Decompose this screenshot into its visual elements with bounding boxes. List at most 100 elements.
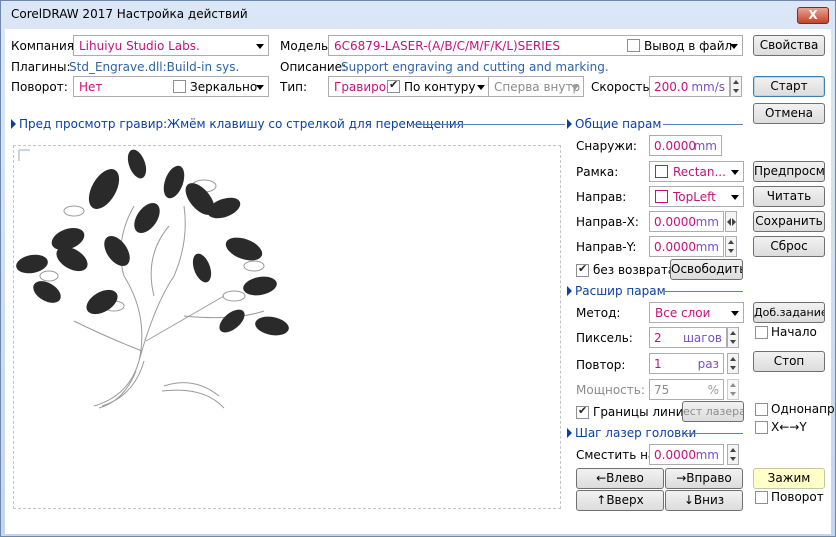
outside-unit: mm (693, 139, 717, 153)
rotate-checkbox[interactable] (755, 491, 768, 504)
company-label: Компания: (11, 39, 79, 53)
company-value: Lihuiyu Studio Labs. (79, 39, 200, 53)
chevron-down-icon (730, 44, 738, 49)
tree-artwork (16, 149, 289, 409)
chevron-down-icon (571, 85, 579, 90)
preview-header: Пред просмотр гравир:Жмём клавишу со стр… (11, 117, 464, 131)
rotation-label: Поворот: (11, 80, 68, 94)
dialog-client-area: Компания: Lihuiyu Studio Labs. Модель: 6… (5, 29, 835, 534)
plugins-value: Std_Engrave.dll:Build-in sys. (69, 60, 240, 74)
move-right-button[interactable]: →Вправо (665, 468, 743, 489)
step-header-line (685, 433, 743, 434)
output-to-file-checkbox[interactable] (627, 39, 640, 52)
pixel-input[interactable]: 2 шагов (649, 327, 727, 348)
dir-x-input[interactable]: 0.0000 mm (649, 211, 724, 232)
company-dropdown[interactable]: Lihuiyu Studio Labs. (73, 35, 269, 56)
type-value: Гравиров (334, 80, 394, 94)
chevron-down-icon (256, 44, 264, 49)
clamp-button[interactable]: Зажим (753, 468, 825, 489)
direction-label: Направ: (576, 190, 627, 204)
mirror-label: Зеркально (190, 80, 258, 94)
dir-x-value: 0.0000 (654, 215, 696, 229)
general-header-line (663, 124, 743, 125)
move-down-button[interactable]: ↓Вниз (665, 490, 743, 511)
properties-button[interactable]: Свойства (753, 35, 825, 56)
extended-header-line (665, 291, 743, 292)
dir-y-unit: mm (695, 240, 719, 254)
cancel-button[interactable]: Отмена (753, 103, 825, 124)
release-button[interactable]: Освободить (670, 259, 743, 280)
window-title: CorelDRAW 2017 Настройка действий (11, 7, 248, 21)
frame-dropdown[interactable]: Rectan... (649, 161, 744, 182)
repeat-spinner[interactable] (727, 353, 739, 374)
begin-checkbox[interactable] (755, 326, 768, 339)
move-up-button[interactable]: ↑Вверх (576, 490, 664, 511)
order-value: Сперва внутр (494, 80, 581, 94)
type-dropdown[interactable]: Гравиров По контуру (328, 76, 490, 97)
step-header: Шаг лазер головки (567, 426, 696, 440)
order-dropdown[interactable]: Сперва внутр (488, 76, 584, 97)
dir-y-input[interactable]: 0.0000 mm (649, 236, 724, 257)
repeat-input[interactable]: 1 раз (649, 353, 724, 374)
laser-test-button[interactable]: ест лазера (682, 401, 744, 422)
rotation-value: Нет (79, 80, 103, 94)
shift-input[interactable]: 0.0000 mm (649, 444, 724, 465)
pixel-label: Пиксель: (576, 331, 633, 345)
add-task-button[interactable]: Доб.задание (753, 302, 825, 323)
plugins-label: Плагины: (11, 60, 71, 74)
outside-value: 0.0000 (654, 139, 696, 153)
power-value: 75 (654, 383, 670, 397)
dir-x-arrows[interactable] (725, 211, 737, 232)
model-dropdown[interactable]: 6C6879-LASER-(A/B/C/M/F/K/L)SERIES Вывод… (328, 35, 743, 56)
mirror-checkbox[interactable] (173, 80, 186, 93)
outside-input[interactable]: 0.0000 mm (649, 135, 722, 156)
swap-xy-label: X←→Y (771, 420, 807, 434)
begin-label: Начало (771, 325, 817, 339)
speed-unit: mm/s (691, 80, 725, 94)
dir-x-label: Направ-X: (576, 215, 639, 229)
stop-button[interactable]: Стоп (753, 351, 825, 372)
speed-input[interactable]: 200.0 mm/s (649, 76, 730, 97)
shift-label: Сместить на: (576, 448, 660, 462)
extended-params-header: Расшир парам (567, 284, 666, 298)
shift-spinner[interactable] (727, 444, 739, 465)
power-label: Мощность: (576, 383, 645, 397)
save-button[interactable]: Сохранить (753, 211, 825, 232)
method-dropdown[interactable]: Все слои (649, 302, 744, 323)
dir-y-value: 0.0000 (654, 240, 696, 254)
chevron-down-icon (731, 170, 739, 175)
close-button[interactable]: X (797, 7, 829, 24)
rotate-label: Поворот (771, 490, 824, 504)
pixel-spinner[interactable] (727, 327, 739, 348)
power-spinner[interactable] (727, 379, 739, 400)
speed-label: Скорость: (591, 80, 654, 94)
outside-label: Снаружи: (576, 139, 637, 153)
swap-xy-checkbox[interactable] (755, 421, 768, 434)
frame-value: Rectan... (673, 165, 726, 179)
contour-checkbox[interactable] (387, 78, 400, 93)
read-button[interactable]: Читать (753, 186, 825, 207)
engraving-preview-canvas[interactable] (13, 145, 561, 509)
start-button[interactable]: Старт (753, 76, 825, 97)
reset-button[interactable]: Сброс (753, 236, 825, 257)
move-left-button[interactable]: ←Влево (576, 468, 664, 489)
method-label: Метод: (576, 306, 621, 320)
direction-dropdown[interactable]: TopLeft (649, 186, 744, 207)
dialog-window: CorelDRAW 2017 Настройка действий X Комп… (0, 0, 836, 537)
boundaries-checkbox[interactable] (576, 404, 589, 419)
dir-y-label: Направ-Y: (576, 240, 637, 254)
dir-y-spinner[interactable] (725, 236, 737, 257)
chevron-down-icon (256, 85, 264, 90)
speed-spinner[interactable] (730, 76, 742, 97)
one-direction-checkbox[interactable] (755, 403, 768, 416)
shift-unit: mm (695, 448, 719, 462)
no-return-checkbox[interactable] (576, 262, 589, 277)
method-value: Все слои (655, 306, 711, 320)
chevron-down-icon (731, 195, 739, 200)
rotation-dropdown[interactable]: Нет Зеркально (73, 76, 269, 97)
title-bar: CorelDRAW 2017 Настройка действий X (1, 1, 835, 29)
preview-button[interactable]: Предпросм (753, 161, 825, 182)
power-input[interactable]: 75 % (649, 379, 724, 400)
repeat-label: Повтор: (576, 358, 626, 372)
shift-value: 0.0000 (654, 448, 696, 462)
